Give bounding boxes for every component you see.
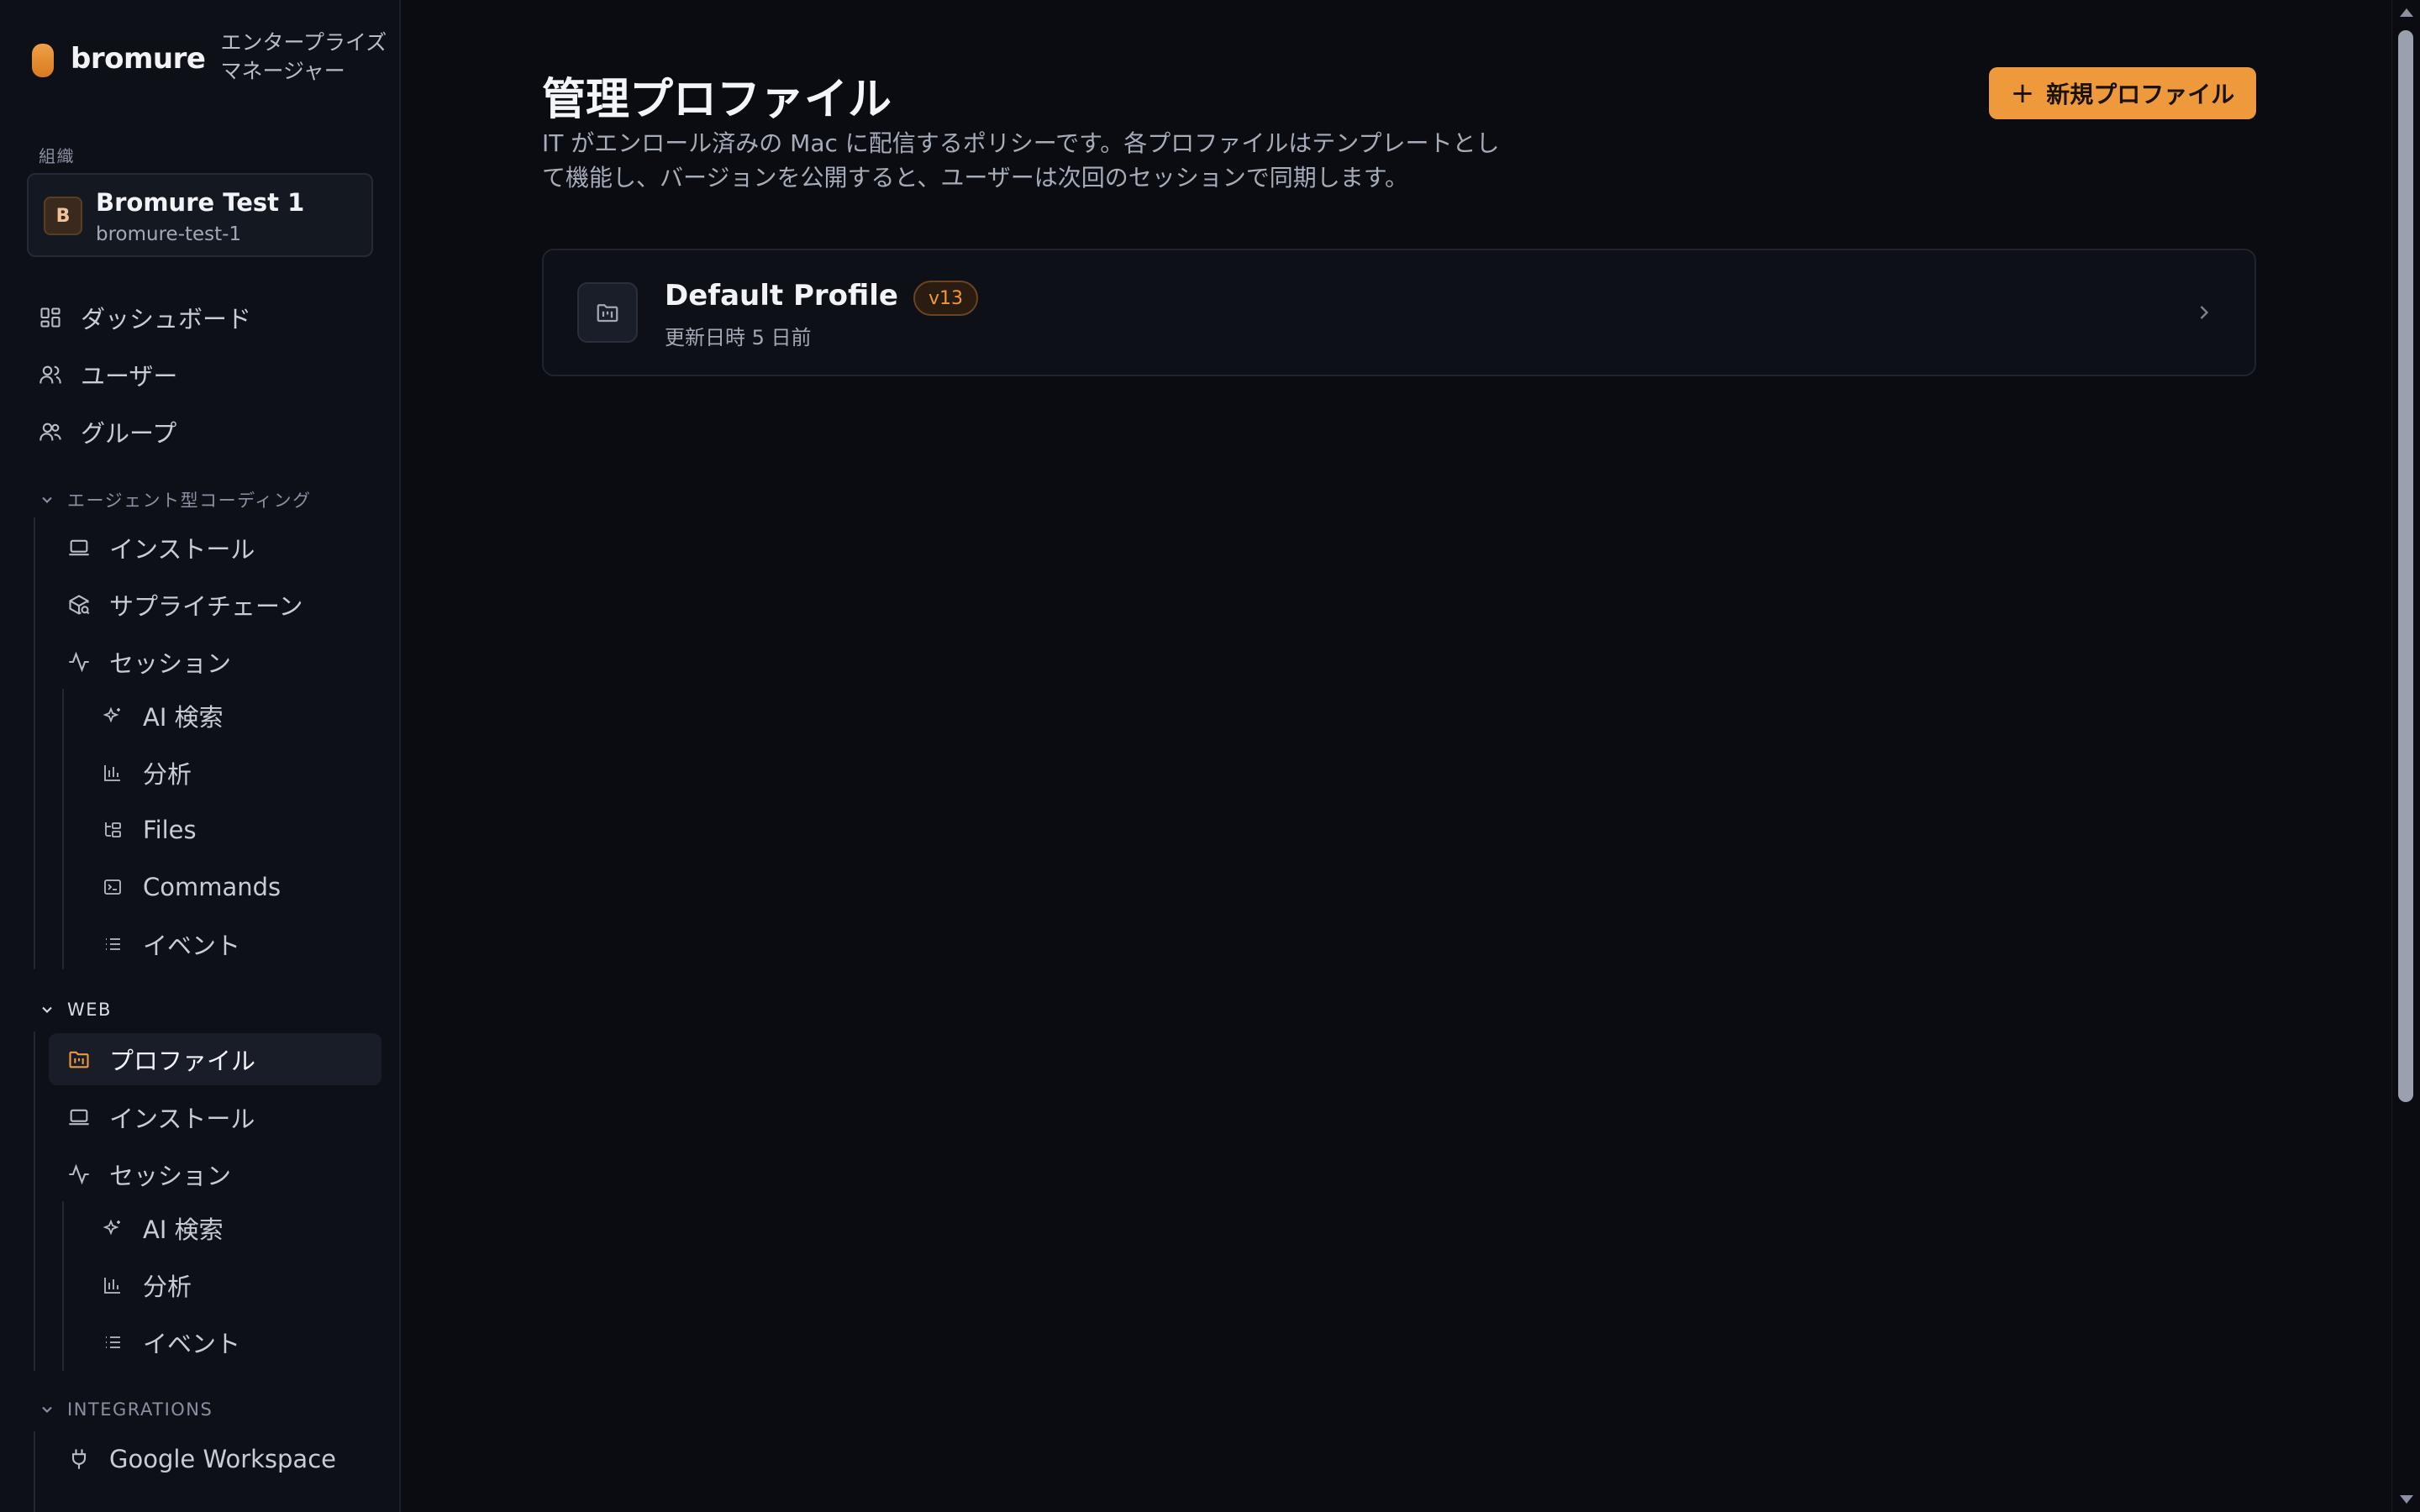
sidebar-item-agentic-commands[interactable]: Commands bbox=[99, 861, 281, 913]
tree-line bbox=[62, 689, 64, 969]
bar-chart-icon bbox=[99, 1272, 126, 1299]
brand-logo bbox=[32, 44, 54, 77]
sidebar-item-web-sessions[interactable]: セッション bbox=[66, 1148, 231, 1200]
sidebar-item-groups[interactable]: グループ bbox=[37, 406, 176, 458]
org-section-label: 組織 bbox=[39, 146, 75, 166]
new-profile-button[interactable]: + 新規プロファイル bbox=[1989, 67, 2256, 119]
sidebar-item-label: インストール bbox=[109, 535, 255, 564]
sidebar-item-label: インストール bbox=[109, 1105, 255, 1133]
group-header-agentic-coding[interactable]: エージェント型コーディング bbox=[39, 487, 312, 512]
sidebar-item-label: ユーザー bbox=[81, 362, 178, 391]
org-slug: bromure-test-1 bbox=[96, 223, 242, 245]
page-description: IT がエンロール済みの Mac に配信するポリシーです。各プロファイルはテンプ… bbox=[542, 129, 1500, 192]
plug-icon bbox=[66, 1446, 92, 1473]
scrollbar[interactable] bbox=[2391, 0, 2420, 1512]
folder-kanban-icon bbox=[66, 1046, 92, 1073]
sidebar-item-label: セッション bbox=[109, 649, 232, 678]
sidebar-item-label: Commands bbox=[143, 873, 281, 901]
sidebar-item-web-analytics[interactable]: 分析 bbox=[99, 1259, 192, 1311]
sidebar-item-label: 分析 bbox=[143, 760, 192, 789]
group-header-web[interactable]: WEB bbox=[39, 1000, 112, 1020]
bar-chart-icon bbox=[99, 759, 126, 786]
sidebar-item-label: Files bbox=[143, 816, 197, 844]
brand[interactable]: bromure エンタープライズマネージャー bbox=[32, 29, 399, 86]
tree-line bbox=[34, 1431, 35, 1512]
sidebar-item-label: サプライチェーン bbox=[109, 592, 303, 621]
sidebar-item-label: プロファイル bbox=[109, 1047, 256, 1075]
chevron-down-icon bbox=[42, 1406, 52, 1413]
org-avatar: B bbox=[44, 197, 82, 235]
sidebar-item-agentic-sessions[interactable]: セッション bbox=[66, 636, 231, 688]
group-header-label: INTEGRATIONS bbox=[67, 1399, 213, 1420]
sidebar-item-label: イベント bbox=[143, 1330, 241, 1358]
package-search-icon bbox=[66, 591, 92, 618]
sparkles-icon bbox=[99, 1215, 126, 1242]
scroll-up-arrow-icon[interactable] bbox=[2400, 8, 2413, 17]
group-header-integrations[interactable]: INTEGRATIONS bbox=[39, 1399, 213, 1420]
scroll-thumb[interactable] bbox=[2398, 30, 2413, 1102]
sidebar-item-label: セッション bbox=[109, 1162, 232, 1190]
groups-icon bbox=[37, 418, 64, 445]
main-content: 管理プロファイル IT がエンロール済みの Mac に配信するポリシーです。各プ… bbox=[401, 0, 2392, 1512]
sidebar-item-label: Google Workspace bbox=[109, 1445, 336, 1473]
sidebar-item-supply-chain[interactable]: サプライチェーン bbox=[66, 579, 303, 631]
sidebar-item-google-workspace[interactable]: Google Workspace bbox=[66, 1433, 336, 1485]
users-icon bbox=[37, 361, 64, 388]
folder-kanban-icon bbox=[577, 282, 638, 343]
sidebar-item-label: AI 検索 bbox=[143, 1215, 224, 1244]
sidebar-item-web-install[interactable]: インストール bbox=[66, 1091, 255, 1143]
sidebar-item-agentic-analytics[interactable]: 分析 bbox=[99, 747, 192, 799]
profile-name: Default Profile bbox=[665, 279, 898, 312]
chevron-right-icon bbox=[2200, 306, 2209, 319]
sidebar-item-dashboard[interactable]: ダッシュボード bbox=[37, 291, 251, 344]
dashboard-icon bbox=[37, 304, 64, 331]
app-window: bromure エンタープライズマネージャー 組織 B Bromure Test… bbox=[0, 0, 2420, 1512]
org-switcher[interactable]: B Bromure Test 1 bromure-test-1 bbox=[27, 173, 373, 257]
sidebar-item-web-ai-search[interactable]: AI 検索 bbox=[99, 1202, 224, 1254]
terminal-icon bbox=[99, 874, 126, 900]
sparkles-icon bbox=[99, 702, 126, 729]
group-header-label: エージェント型コーディング bbox=[67, 491, 312, 511]
org-name: Bromure Test 1 bbox=[96, 188, 305, 217]
sidebar-item-agentic-install[interactable]: インストール bbox=[66, 522, 255, 574]
sidebar-item-users[interactable]: ユーザー bbox=[37, 349, 177, 401]
new-profile-button-label: 新規プロファイル bbox=[2046, 81, 2235, 108]
sidebar-item-agentic-files[interactable]: Files bbox=[99, 804, 197, 856]
list-icon bbox=[99, 931, 126, 958]
activity-icon bbox=[66, 1161, 92, 1188]
activity-icon bbox=[66, 648, 92, 675]
sidebar-item-agentic-events[interactable]: イベント bbox=[99, 918, 240, 970]
brand-name: bromure bbox=[71, 42, 206, 76]
chevron-down-icon bbox=[42, 1006, 52, 1013]
version-badge: v13 bbox=[913, 281, 978, 316]
sidebar-item-label: 分析 bbox=[143, 1273, 192, 1301]
sidebar-item-agentic-ai-search[interactable]: AI 検索 bbox=[99, 690, 224, 742]
sidebar-item-label: AI 検索 bbox=[143, 703, 224, 732]
tree-line bbox=[34, 1032, 35, 1371]
scroll-down-arrow-icon[interactable] bbox=[2400, 1495, 2413, 1504]
chevron-down-icon bbox=[42, 496, 52, 503]
sidebar-item-label: グループ bbox=[81, 419, 177, 448]
folder-tree-icon bbox=[99, 816, 126, 843]
sidebar: bromure エンタープライズマネージャー 組織 B Bromure Test… bbox=[0, 0, 401, 1512]
sidebar-item-label: ダッシュボード bbox=[81, 305, 252, 333]
profile-updated: 更新日時 5 日前 bbox=[665, 326, 812, 349]
plus-icon: + bbox=[2010, 76, 2035, 110]
laptop-icon bbox=[66, 534, 92, 561]
page-title: 管理プロファイル bbox=[542, 75, 892, 125]
laptop-icon bbox=[66, 1104, 92, 1131]
group-header-label: WEB bbox=[67, 1000, 112, 1020]
list-icon bbox=[99, 1329, 126, 1356]
tree-line bbox=[34, 517, 35, 969]
brand-subtitle: エンタープライズマネージャー bbox=[220, 30, 387, 83]
sidebar-item-web-events[interactable]: イベント bbox=[99, 1316, 240, 1368]
sidebar-item-label: イベント bbox=[143, 932, 241, 960]
tree-line bbox=[62, 1201, 64, 1371]
sidebar-item-web-profiles[interactable]: プロファイル bbox=[49, 1033, 381, 1085]
profile-card[interactable]: Default Profile v13 更新日時 5 日前 bbox=[542, 249, 2256, 376]
